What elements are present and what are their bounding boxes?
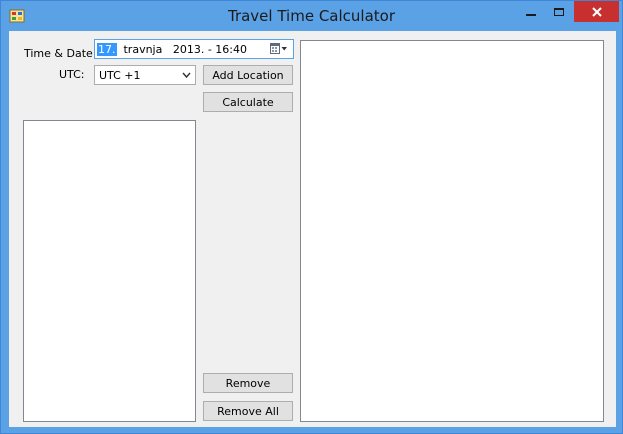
- title-bar[interactable]: Travel Time Calculator: [1, 1, 622, 31]
- close-icon: [591, 6, 602, 17]
- results-list[interactable]: [300, 40, 604, 422]
- calculate-button[interactable]: Calculate: [203, 92, 293, 112]
- chevron-down-icon: [182, 72, 191, 79]
- minimize-button[interactable]: [518, 1, 544, 22]
- datetime-value[interactable]: travnja 2013. - 16:40: [117, 43, 247, 56]
- remove-button[interactable]: Remove: [203, 373, 293, 393]
- client-area: Time & Date: 17. travnja 2013. - 16:40 U…: [9, 31, 616, 427]
- app-icon[interactable]: [9, 8, 25, 24]
- datetime-label: Time & Date:: [24, 47, 97, 60]
- maximize-icon: [554, 7, 564, 16]
- utc-selected-value: UTC +1: [99, 68, 141, 82]
- add-location-button[interactable]: Add Location: [203, 65, 293, 85]
- locations-list[interactable]: [23, 120, 196, 422]
- datetime-picker[interactable]: 17. travnja 2013. - 16:40: [94, 39, 294, 59]
- minimize-icon: [526, 13, 536, 16]
- datetime-day[interactable]: 17.: [97, 42, 117, 56]
- remove-all-button[interactable]: Remove All: [203, 401, 293, 421]
- utc-label: UTC:: [59, 68, 85, 81]
- utc-select[interactable]: UTC +1: [94, 65, 196, 85]
- maximize-button[interactable]: [546, 1, 572, 22]
- close-button[interactable]: [574, 1, 619, 22]
- app-window: Travel Time Calculator Time & Date: 17. …: [0, 0, 623, 434]
- calendar-dropdown-icon[interactable]: [270, 42, 288, 56]
